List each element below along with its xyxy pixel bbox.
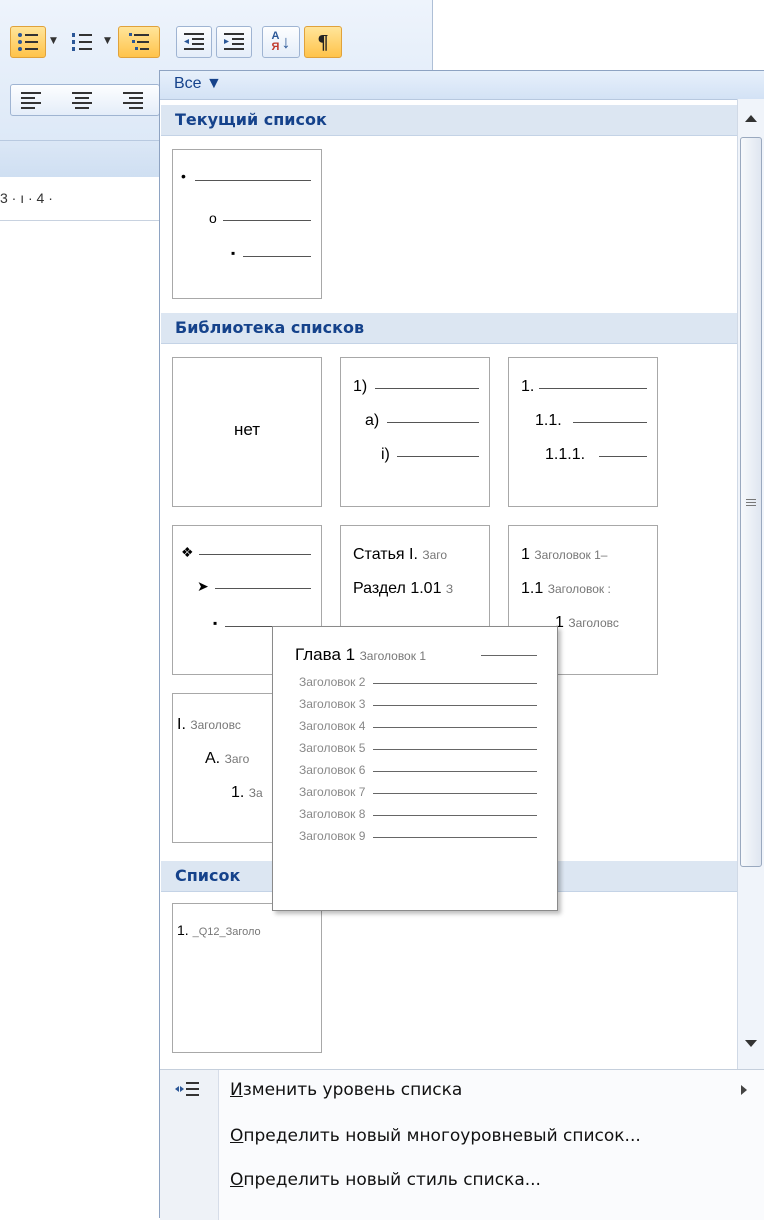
preview-line: Заголовок 3 [299, 697, 366, 711]
list-preview-tooltip: Глава 1 Заголовок 1 Заголовок 2 Заголово… [272, 626, 558, 911]
list-options-menu: Изменить уровень списка Определить новый… [160, 1069, 764, 1220]
numbering-icon [72, 33, 92, 51]
multilevel-list-icon [129, 33, 149, 50]
preview-line-1: Глава 1 Заголовок 1 [295, 645, 426, 664]
menu-change-list-level[interactable]: Изменить уровень списка [230, 1080, 462, 1100]
preview-line: Заголовок 4 [299, 719, 366, 733]
library-item-none[interactable]: нет [172, 357, 322, 507]
preview-line: Заголовок 5 [299, 741, 366, 755]
section-current-list: Текущий список [161, 105, 737, 136]
show-marks-button[interactable]: ¶ [304, 26, 342, 58]
current-list-item[interactable]: • o ▪ [172, 149, 322, 299]
bullets-dropdown-arrow[interactable]: ▼ [50, 36, 57, 46]
document-list-item[interactable]: 1. _Q12_Заголо [172, 903, 322, 1053]
preview-line: Заголовок 8 [299, 807, 366, 821]
decrease-indent-button[interactable] [176, 26, 212, 58]
decrease-indent-icon [184, 33, 204, 50]
submenu-arrow-icon [741, 1085, 747, 1095]
preview-line: Заголовок 2 [299, 675, 366, 689]
sort-button[interactable]: А Я ↓ [262, 26, 300, 58]
scroll-down-icon[interactable] [744, 1039, 758, 1049]
scroll-up-icon[interactable] [744, 113, 758, 123]
pilcrow-icon: ¶ [317, 30, 329, 53]
increase-indent-button[interactable] [216, 26, 252, 58]
menu-define-multilevel-list[interactable]: Определить новый многоуровневый список..… [230, 1126, 641, 1146]
menu-define-list-style[interactable]: Определить новый стиль списка... [230, 1170, 541, 1190]
preview-line: Заголовок 7 [299, 785, 366, 799]
sort-icon: А Я ↓ [271, 30, 291, 53]
horizontal-ruler[interactable]: 3 · ı · 4 · [0, 180, 160, 221]
alignment-group [10, 84, 160, 116]
increase-indent-icon [224, 33, 244, 50]
gallery-filter[interactable]: Все ▼ [160, 71, 764, 100]
numbering-button[interactable] [64, 26, 100, 58]
section-list-library: Библиотека списков [161, 313, 737, 344]
change-level-icon [175, 1082, 199, 1096]
numbering-dropdown-arrow[interactable]: ▼ [104, 36, 111, 46]
align-right-icon[interactable] [119, 90, 147, 110]
bullets-button[interactable] [10, 26, 46, 58]
preview-line: Заголовок 9 [299, 829, 366, 843]
scrollbar-thumb[interactable] [740, 137, 762, 867]
align-center-icon[interactable] [69, 90, 97, 110]
library-item-numbered[interactable]: 1) a) i) [340, 357, 490, 507]
align-left-icon[interactable] [19, 90, 47, 110]
bullets-icon [18, 33, 38, 51]
multilevel-list-button[interactable] [118, 26, 160, 58]
library-item-decimal[interactable]: 1. 1.1. 1.1.1. [508, 357, 658, 507]
grip-icon [746, 499, 756, 506]
gallery-scrollbar[interactable] [737, 99, 764, 1069]
preview-line: Заголовок 6 [299, 763, 366, 777]
